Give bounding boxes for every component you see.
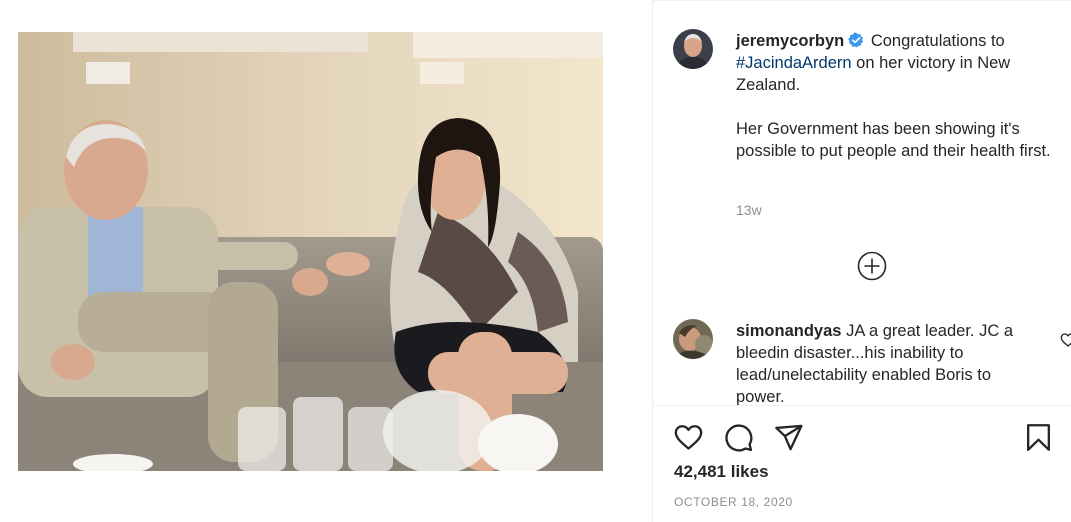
post-details-panel: jeremycorbyn Congratulations to #Jacinda… [652,0,1071,522]
bookmark-icon [1027,424,1050,451]
hashtag-link[interactable]: #JacindaArdern [736,54,852,72]
post-actions-section: 42,481 likes OCTOBER 18, 2020 [653,405,1071,522]
caption-lead: Congratulations to [870,32,1005,50]
save-button[interactable] [1023,422,1054,453]
commenter-username[interactable]: simonandyas [736,322,841,340]
share-icon [775,424,803,451]
plus-circle-icon [857,251,887,281]
comment-like-button[interactable] [1060,332,1071,348]
caption-text: jeremycorbyn Congratulations to #Jacinda… [736,30,1056,162]
heart-icon [674,425,703,450]
share-button[interactable] [773,422,804,453]
comment-icon [725,424,753,452]
post-photo-illustration [18,32,603,471]
caption-time-ago[interactable]: 13w [736,202,762,218]
like-button[interactable] [673,422,704,453]
comment-button[interactable] [723,422,754,453]
load-more-comments-button[interactable] [856,250,888,282]
verified-badge-icon [848,32,864,48]
author-username[interactable]: jeremycorbyn [736,32,844,50]
heart-icon [1060,333,1071,347]
comment-text: simonandyas JA a great leader. JC a blee… [736,320,1026,405]
likes-count[interactable]: 42,481 likes [674,462,769,482]
author-avatar-image [673,29,713,69]
comments-area[interactable]: jeremycorbyn Congratulations to #Jacinda… [653,1,1071,405]
post-photo[interactable] [18,32,603,471]
post-media-column [0,0,652,522]
commenter-avatar-image [673,319,713,359]
commenter-avatar[interactable] [673,319,713,359]
caption-paragraph-2: Her Government has been showing it's pos… [736,120,1051,160]
author-avatar[interactable] [673,29,713,69]
post-date[interactable]: OCTOBER 18, 2020 [674,495,793,509]
